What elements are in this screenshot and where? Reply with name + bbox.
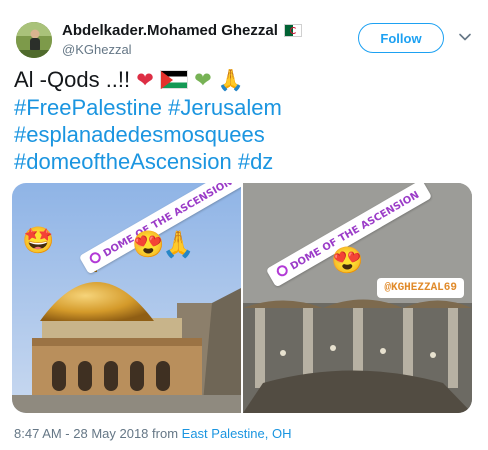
heart-eyes-face-icon: 😍 bbox=[331, 245, 364, 275]
media-grid: DOME OF THE ASCENSION 🤩 😍 🙏 DOME OF THE … bbox=[12, 183, 472, 413]
chevron-down-icon[interactable] bbox=[458, 30, 472, 44]
tweet-line-2: #FreePalestine #Jerusalem bbox=[14, 94, 474, 121]
display-name[interactable]: Abdelkader.Mohamed Ghezzal bbox=[62, 22, 278, 39]
red-heart-icon: ❤ bbox=[136, 69, 154, 92]
folded-hands-icon: 🙏 bbox=[217, 69, 245, 92]
tweet-text: Al -Qods ..!! ❤ ❤ 🙏 #FreePalestine #Jeru… bbox=[14, 66, 474, 175]
tweet-timestamp[interactable]: 8:47 AM - 28 May 2018 from bbox=[14, 426, 178, 441]
tweet-line-1: Al -Qods ..!! ❤ ❤ 🙏 bbox=[14, 66, 474, 94]
avatar-photo bbox=[16, 22, 52, 58]
hashtag-link[interactable]: #Jerusalem bbox=[168, 95, 282, 120]
hashtag-link[interactable]: #FreePalestine bbox=[14, 95, 162, 120]
tweet-intro-text: Al -Qods ..!! bbox=[14, 67, 131, 92]
location-pin-icon bbox=[274, 263, 290, 279]
hashtag-link[interactable]: #domeoftheAscension bbox=[14, 149, 232, 174]
tweet-card: Abdelkader.Mohamed Ghezzal @KGhezzal Fol… bbox=[0, 0, 488, 450]
algeria-flag-icon bbox=[283, 24, 302, 37]
handle-sticker: @KGHEZZAL69 bbox=[377, 278, 464, 298]
folded-hands-icon: 🙏 bbox=[162, 229, 195, 259]
photo-dome-of-the-ascension[interactable]: DOME OF THE ASCENSION 😍 @KGHEZZAL69 bbox=[243, 183, 472, 413]
tweet-line-3: #esplanadedesmosquees bbox=[14, 121, 474, 148]
author-name-row: Abdelkader.Mohamed Ghezzal bbox=[62, 22, 302, 39]
photo-dome-of-the-rock[interactable]: DOME OF THE ASCENSION 🤩 😍 🙏 bbox=[12, 183, 241, 413]
dome-photo-image bbox=[12, 183, 241, 413]
tweet-location-link[interactable]: East Palestine, OH bbox=[182, 426, 292, 441]
hashtag-link[interactable]: #dz bbox=[238, 149, 273, 174]
user-handle[interactable]: @KGhezzal bbox=[62, 42, 132, 57]
location-pin-icon bbox=[87, 250, 103, 266]
tweet-meta: 8:47 AM - 28 May 2018 from East Palestin… bbox=[14, 426, 291, 441]
follow-button[interactable]: Follow bbox=[358, 23, 444, 53]
star-struck-face-icon: 🤩 bbox=[22, 225, 55, 255]
palestine-flag-icon bbox=[160, 70, 189, 89]
heart-eyes-face-icon: 😍 bbox=[132, 229, 165, 259]
avatar[interactable] bbox=[16, 22, 52, 58]
tweet-line-4: #domeoftheAscension #dz bbox=[14, 148, 474, 175]
green-heart-icon: ❤ bbox=[194, 69, 212, 92]
hashtag-link[interactable]: #esplanadedesmosquees bbox=[14, 122, 265, 147]
